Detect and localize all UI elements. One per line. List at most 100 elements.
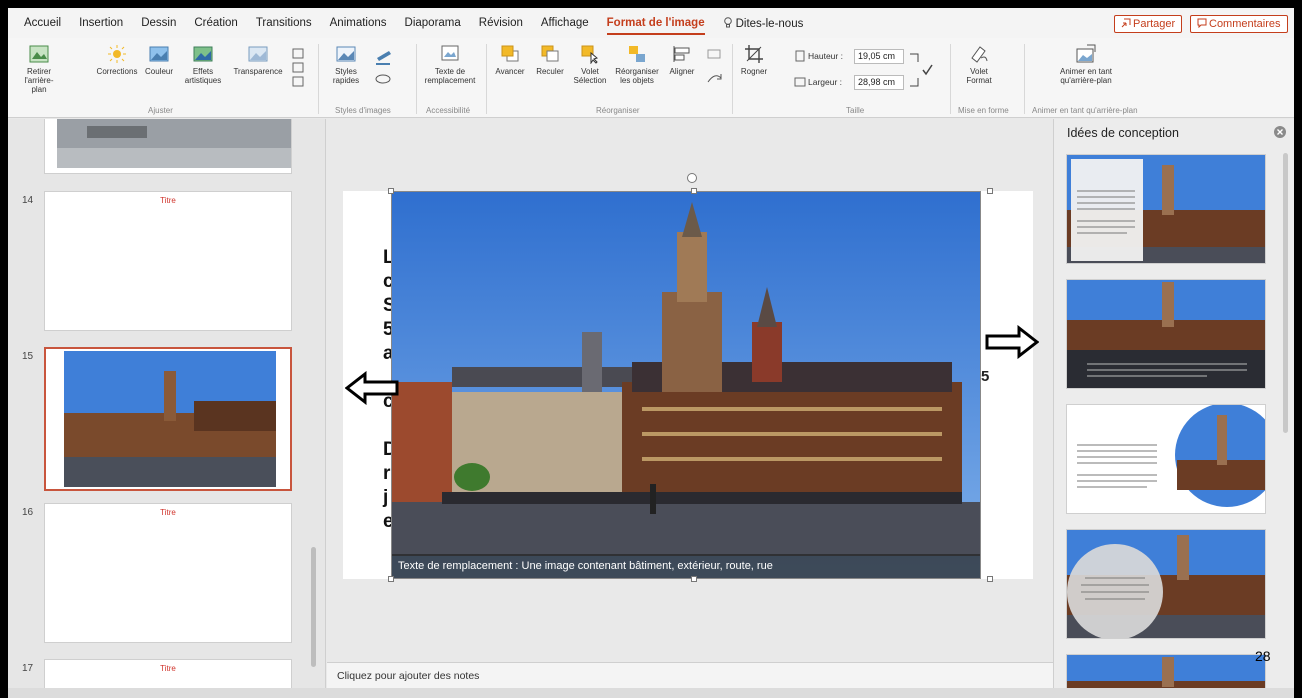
tab-accueil[interactable]: Accueil: [24, 17, 61, 29]
selection-pane-icon: [581, 45, 599, 64]
group-label-styles: Styles d'images: [335, 106, 391, 115]
color-button[interactable]: Couleur: [142, 44, 176, 76]
remove-background-label-1: Retirer: [26, 67, 51, 76]
transparency-label: Transparence: [233, 67, 283, 76]
notes-placeholder: Cliquez pour ajouter des notes: [337, 670, 480, 682]
comment-icon: [1197, 18, 1207, 29]
design-idea-preview: [1067, 405, 1265, 513]
design-idea-2[interactable]: [1066, 279, 1266, 389]
slide-thumbnail-14[interactable]: Titre: [44, 191, 292, 331]
picture-border-icon[interactable]: [374, 48, 396, 88]
alt-text-label-2: remplacement: [424, 76, 476, 85]
alt-text-overlay: Texte de remplacement : Une image conten…: [392, 554, 980, 578]
artistic-effects-icon: [193, 46, 213, 62]
tab-revision[interactable]: Révision: [479, 17, 523, 29]
tab-affichage[interactable]: Affichage: [541, 17, 589, 29]
close-icon[interactable]: [1273, 125, 1287, 139]
resize-handle-top[interactable]: [691, 188, 697, 194]
design-idea-preview: [1067, 280, 1265, 388]
design-idea-3[interactable]: [1066, 404, 1266, 514]
send-backward-button[interactable]: Reculer: [532, 44, 568, 76]
selection-pane-label-2: Sélection: [573, 76, 607, 85]
animate-background-button[interactable]: Animer en tant qu'arrière-plan: [1048, 44, 1124, 85]
selection-pane-button[interactable]: Volet Sélection: [570, 44, 610, 85]
rotate-handle[interactable]: [687, 173, 697, 183]
corrections-button[interactable]: Corrections: [92, 44, 142, 76]
design-ideas-pane: Idées de conception: [1053, 119, 1294, 698]
lock-aspect-icon[interactable]: [908, 52, 934, 90]
quick-styles-label-1: Styles: [335, 67, 357, 76]
artistic-effects-button[interactable]: Effets artistiques: [180, 44, 226, 85]
send-backward-icon: [541, 45, 559, 62]
color-label: Couleur: [144, 67, 173, 76]
alt-text-button[interactable]: Texte de remplacement: [422, 44, 478, 85]
slide-editor: L c S 5 a c D r j e 5 Texte de remplacem…: [327, 119, 1053, 662]
share-icon: [1121, 18, 1131, 28]
slide-thumbnail-13[interactable]: [44, 119, 292, 174]
share-label: Partager: [1133, 18, 1176, 30]
alt-text-icon: [441, 45, 459, 61]
resize-handle-bottom[interactable]: [691, 576, 697, 582]
resize-handle-bottom-left[interactable]: [388, 576, 394, 582]
compress-pictures-icon[interactable]: [291, 48, 305, 88]
reorder-objects-label-1: Réorganiser: [615, 67, 659, 76]
alt-text-label-1: Texte de: [434, 67, 466, 76]
reorder-objects-button[interactable]: Réorganiser les objets: [612, 44, 662, 85]
status-bar: [8, 688, 1294, 698]
tab-tell-me[interactable]: Dites-le-nous: [723, 16, 803, 30]
design-ideas-scrollbar[interactable]: [1283, 153, 1288, 433]
group-separator: [1024, 44, 1025, 114]
thumbnails-scrollbar[interactable]: [311, 547, 316, 667]
lightbulb-icon: [723, 16, 732, 27]
align-icon: [673, 46, 690, 62]
width-field[interactable]: 28,98 cm: [854, 75, 904, 90]
resize-handle-top-right[interactable]: [987, 188, 993, 194]
reorder-objects-label-2: les objets: [620, 76, 654, 85]
tab-creation[interactable]: Création: [194, 17, 237, 29]
width-label: Largeur :: [808, 77, 843, 87]
share-button[interactable]: Partager: [1114, 15, 1183, 33]
slide-number-17: 17: [22, 663, 34, 674]
height-field[interactable]: 19,05 cm: [854, 49, 904, 64]
crop-label: Rogner: [740, 67, 768, 76]
ribbon-tabs: Accueil Insertion Dessin Création Transi…: [8, 8, 1294, 38]
resize-handle-top-left[interactable]: [388, 188, 394, 194]
quick-styles-button[interactable]: Styles rapides: [328, 44, 364, 85]
selected-picture[interactable]: Texte de remplacement : Une image conten…: [391, 191, 981, 579]
bring-forward-button[interactable]: Avancer: [492, 44, 528, 76]
format-pane-button[interactable]: Volet Format: [956, 44, 1002, 85]
tab-diaporama[interactable]: Diaporama: [405, 17, 461, 29]
remove-background-button[interactable]: Retirer l'arrière-plan: [18, 44, 60, 94]
tab-animations[interactable]: Animations: [330, 17, 387, 29]
format-pane-label-1: Volet: [970, 67, 988, 76]
tab-insertion[interactable]: Insertion: [79, 17, 123, 29]
selection-pane-label-1: Volet: [581, 67, 599, 76]
lille-grand-place-photo: [392, 192, 980, 578]
align-button[interactable]: Aligner: [664, 44, 700, 76]
thumbnail-image: [57, 119, 291, 168]
thumbnail-title: Titre: [160, 664, 176, 673]
tab-format-image[interactable]: Format de l'image: [606, 17, 705, 35]
tab-transitions[interactable]: Transitions: [256, 17, 312, 29]
rotate-icon[interactable]: [705, 48, 725, 88]
slide-thumbnail-15[interactable]: [44, 347, 292, 491]
thumbnail-image: [64, 351, 276, 487]
format-pane-label-2: Format: [966, 76, 992, 85]
tab-dessin[interactable]: Dessin: [141, 17, 176, 29]
animate-background-label-2: qu'arrière-plan: [1060, 76, 1112, 85]
group-separator: [950, 44, 951, 114]
slide-thumbnail-16[interactable]: Titre: [44, 503, 292, 643]
remove-background-icon: [29, 45, 49, 63]
crop-button[interactable]: Rogner: [736, 44, 772, 76]
comments-button[interactable]: Commentaires: [1190, 15, 1288, 33]
animate-background-icon: [1076, 44, 1096, 63]
design-idea-1[interactable]: [1066, 154, 1266, 264]
width-icon: [794, 77, 806, 87]
resize-handle-bottom-right[interactable]: [987, 576, 993, 582]
design-idea-4[interactable]: [1066, 529, 1266, 639]
slide-number-14: 14: [22, 195, 34, 206]
design-ideas-title: Idées de conception: [1067, 126, 1179, 140]
transparency-button[interactable]: Transparence: [230, 44, 286, 76]
group-label-layout: Mise en forme: [958, 106, 1009, 115]
slide-thumbnails-pane: 14 Titre 15 16 Titre 17 Titre: [8, 119, 326, 698]
